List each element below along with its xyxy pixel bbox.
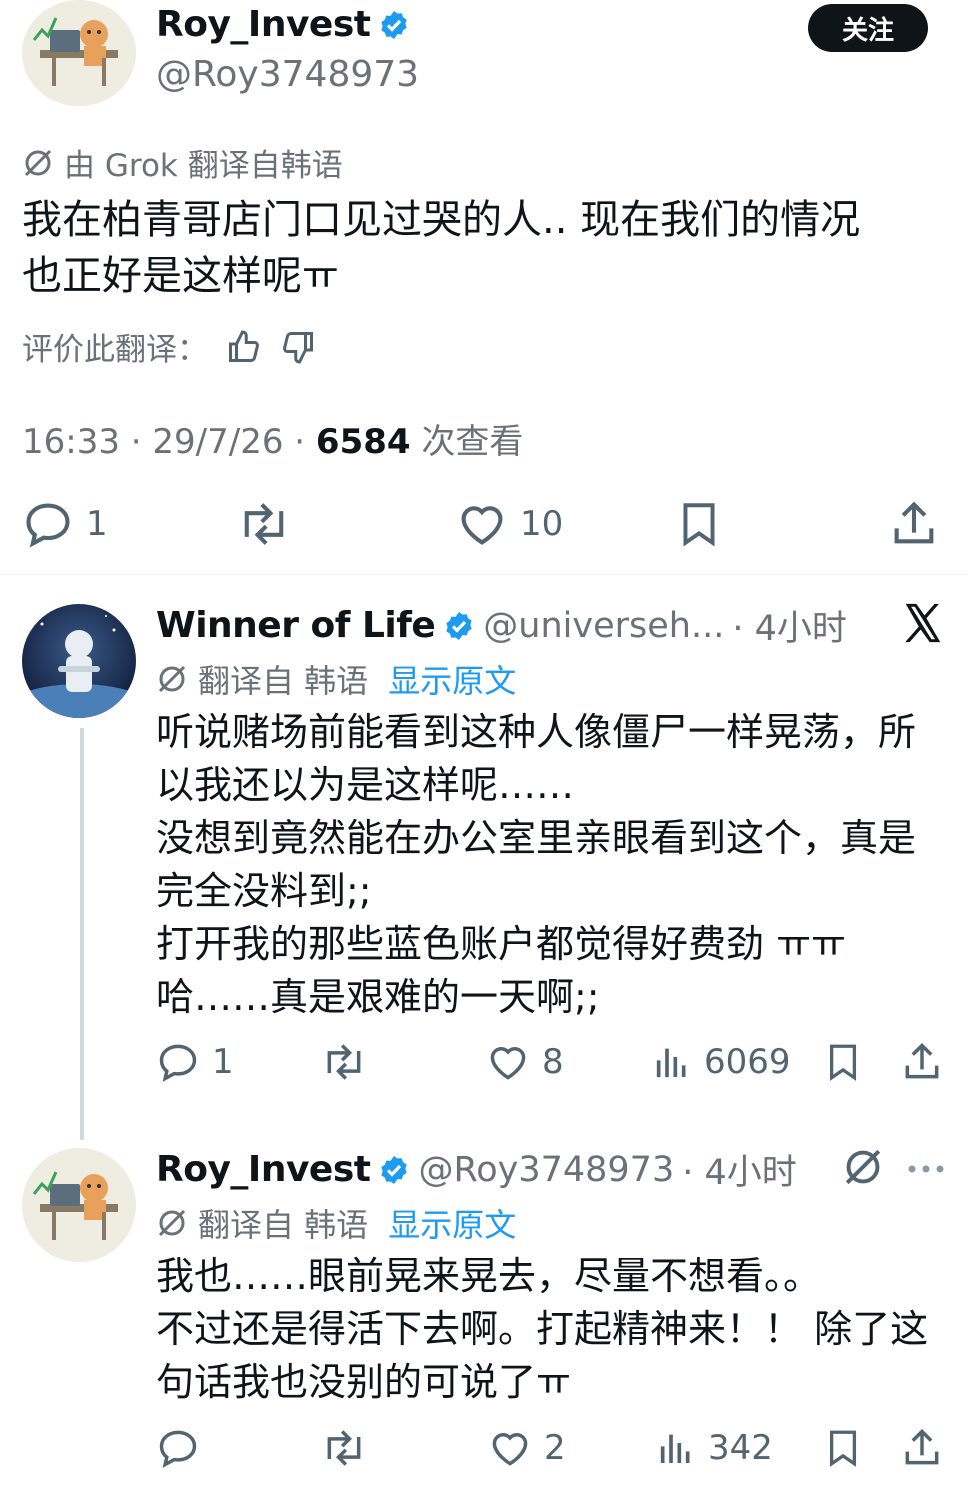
bookmark-button[interactable]: [822, 1040, 864, 1084]
show-original-link[interactable]: 显示原文: [388, 656, 516, 702]
divider: [0, 574, 968, 575]
share-icon: [900, 1426, 944, 1470]
heart-icon: [488, 1426, 532, 1470]
bookmark-button[interactable]: [822, 1426, 864, 1470]
translate-icon: [156, 1207, 188, 1239]
reply-button[interactable]: 1: [156, 1040, 234, 1084]
views-count: 6069: [704, 1042, 791, 1082]
share-icon: [900, 1040, 944, 1084]
reply-button[interactable]: 1: [22, 498, 108, 550]
translate-icon: [22, 147, 54, 179]
thread-line: [80, 728, 84, 1140]
reply-icon: [22, 498, 74, 550]
reply-icon: [156, 1426, 200, 1470]
reply-count: 1: [212, 1042, 234, 1082]
reply-button[interactable]: [156, 1426, 200, 1470]
retweet-icon: [236, 498, 292, 550]
display-name[interactable]: Roy_Invest: [156, 4, 371, 45]
analytics-icon: [656, 1426, 696, 1470]
translate-icon: [156, 663, 188, 695]
retweet-button[interactable]: [320, 1040, 368, 1084]
like-button[interactable]: 2: [488, 1426, 566, 1470]
heart-icon: [456, 498, 508, 550]
bookmark-icon: [822, 1426, 864, 1470]
retweet-button[interactable]: [320, 1426, 368, 1470]
translation-note: 翻译自 韩语: [198, 1206, 369, 1244]
like-count: 10: [520, 504, 564, 544]
avatar[interactable]: [22, 604, 136, 718]
rate-translation-label: 评价此翻译：: [22, 332, 208, 368]
bookmark-icon: [674, 498, 724, 550]
like-count: 2: [544, 1428, 566, 1468]
verified-badge-icon: [378, 9, 410, 41]
timestamp[interactable]: · 4小时: [682, 1144, 797, 1195]
display-name[interactable]: Roy_Invest: [156, 1149, 371, 1190]
timestamp[interactable]: · 4小时: [732, 600, 847, 651]
views-count: 342: [708, 1428, 773, 1468]
translation-note: 翻译自 韩语: [198, 662, 369, 700]
avatar[interactable]: [22, 0, 136, 106]
display-name[interactable]: Winner of Life: [156, 605, 436, 646]
tweet-text: 听说赌场前能看到这种人像僵尸一样晃荡，所 以我还以为是这样呢…… 没想到竟然能在…: [156, 710, 917, 1019]
bookmark-button[interactable]: [674, 498, 724, 550]
handle[interactable]: @Roy3748973: [156, 54, 419, 95]
views-button[interactable]: 342: [656, 1426, 773, 1470]
reply-icon: [156, 1040, 200, 1084]
retweet-button[interactable]: [236, 498, 292, 550]
views-label: 次查看: [410, 422, 524, 462]
reply-count: 1: [86, 504, 108, 544]
like-button[interactable]: 8: [486, 1040, 564, 1084]
like-count: 8: [542, 1042, 564, 1082]
like-button[interactable]: 10: [456, 498, 563, 550]
retweet-icon: [320, 1426, 368, 1470]
share-button[interactable]: [888, 498, 940, 550]
verified-badge-icon: [443, 610, 475, 642]
thumbs-down-icon[interactable]: [280, 329, 316, 365]
views-count: 6584: [315, 422, 411, 462]
verified-badge-icon: [378, 1154, 410, 1186]
handle[interactable]: @Roy3748973: [418, 1150, 674, 1190]
retweet-icon: [320, 1040, 368, 1084]
x-logo-icon: [900, 600, 946, 650]
show-original-link[interactable]: 显示原文: [388, 1200, 516, 1246]
translate-toggle-icon[interactable]: [842, 1146, 884, 1192]
more-options-icon[interactable]: [906, 1160, 946, 1179]
translation-note: 由 Grok 翻译自韩语: [64, 148, 343, 184]
share-button[interactable]: [900, 1040, 944, 1084]
share-icon: [888, 498, 940, 550]
follow-button[interactable]: 关注: [808, 4, 928, 52]
analytics-icon: [652, 1040, 692, 1084]
tweet-text: 我在柏青哥店门口见过哭的人.. 现在我们的情况 也正好是这样呢ㅠ: [22, 197, 861, 299]
timestamp[interactable]: 16:33 · 29/7/26 ·: [22, 422, 316, 462]
share-button[interactable]: [900, 1426, 944, 1470]
heart-icon: [486, 1040, 530, 1084]
tweet-text: 我也……眼前晃来晃去，尽量不想看。。 不过还是得活下去啊。打起精神来！！ 除了这…: [156, 1254, 929, 1404]
avatar[interactable]: [22, 1148, 136, 1262]
thumbs-up-icon[interactable]: [226, 329, 262, 365]
handle[interactable]: @universeh...: [483, 606, 724, 646]
views-button[interactable]: 6069: [652, 1040, 791, 1084]
bookmark-icon: [822, 1040, 864, 1084]
